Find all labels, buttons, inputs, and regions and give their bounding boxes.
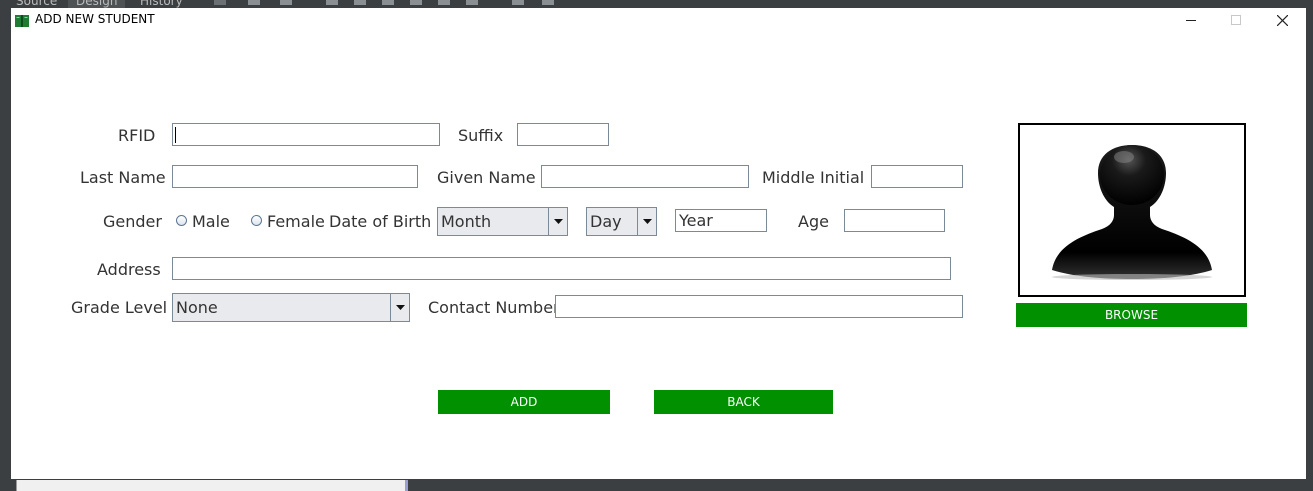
last-name-input[interactable] <box>172 165 418 188</box>
gender-female-radio[interactable] <box>251 215 262 226</box>
dob-year-input[interactable]: Year <box>675 209 767 232</box>
photo-frame <box>1018 123 1246 297</box>
gender-male-label[interactable]: Male <box>192 212 230 231</box>
ide-toolbar-icon[interactable] <box>438 0 450 5</box>
ide-toolbar-icon[interactable] <box>354 0 366 5</box>
minimize-icon[interactable] <box>1168 8 1214 32</box>
last-name-label: Last Name <box>80 168 166 187</box>
ide-toolbar-icon[interactable] <box>542 0 554 5</box>
chevron-down-icon[interactable] <box>390 294 409 321</box>
middle-initial-input[interactable] <box>871 165 963 188</box>
user-silhouette-icon <box>1052 145 1212 280</box>
address-label: Address <box>97 260 161 279</box>
title-bar[interactable]: ADD NEW STUDENT <box>11 8 1306 32</box>
ide-tab-history[interactable]: History <box>140 0 183 8</box>
add-student-window: ADD NEW STUDENT RFID Suffix Last Name Gi… <box>11 8 1306 479</box>
back-button[interactable]: BACK <box>654 390 833 414</box>
ide-bottom-panel <box>16 480 408 491</box>
ide-toolbar-icon[interactable] <box>410 0 422 5</box>
dob-year-value: Year <box>679 211 713 230</box>
book-icon <box>15 12 29 27</box>
suffix-label: Suffix <box>458 126 504 145</box>
dob-day-select[interactable]: Day <box>586 207 657 236</box>
ide-toolbar-icon[interactable] <box>382 0 394 5</box>
ide-tab-source[interactable]: Source <box>16 0 57 8</box>
given-name-input[interactable] <box>541 165 749 188</box>
dob-month-value: Month <box>441 212 492 231</box>
grade-level-select[interactable]: None <box>172 293 410 322</box>
address-input[interactable] <box>172 257 951 280</box>
contact-number-label: Contact Number <box>428 298 560 317</box>
text-caret <box>175 127 176 143</box>
window-title: ADD NEW STUDENT <box>35 12 155 26</box>
ide-toolbar: Source Design History <box>0 0 1313 8</box>
contact-number-input[interactable] <box>555 295 963 318</box>
suffix-input[interactable] <box>517 123 609 146</box>
ide-toolbar-icon[interactable] <box>466 0 478 5</box>
gender-female-label[interactable]: Female <box>267 212 325 231</box>
dob-day-value: Day <box>590 212 622 231</box>
ide-toolbar-icon[interactable] <box>280 0 292 5</box>
chevron-down-icon[interactable] <box>637 208 656 235</box>
rfid-input[interactable] <box>172 123 440 146</box>
ide-toolbar-icon[interactable] <box>512 0 524 5</box>
dob-month-select[interactable]: Month <box>437 207 568 236</box>
chevron-down-icon[interactable] <box>548 208 567 235</box>
age-label: Age <box>798 212 829 231</box>
ide-toolbar-icon[interactable] <box>326 0 338 5</box>
browse-button[interactable]: BROWSE <box>1016 303 1247 327</box>
add-button[interactable]: ADD <box>438 390 610 414</box>
gender-label: Gender <box>103 212 162 231</box>
rfid-label: RFID <box>118 126 156 145</box>
age-input[interactable] <box>844 209 945 232</box>
ide-toolbar-icon[interactable] <box>214 0 226 5</box>
grade-level-label: Grade Level <box>71 298 168 317</box>
given-name-label: Given Name <box>437 168 536 187</box>
grade-level-value: None <box>176 298 218 317</box>
ide-tab-design[interactable]: Design <box>68 0 126 8</box>
ide-toolbar-icon[interactable] <box>248 0 260 5</box>
middle-initial-label: Middle Initial <box>762 168 865 187</box>
dob-label: Date of Birth <box>329 212 432 231</box>
gender-male-radio[interactable] <box>176 215 187 226</box>
maximize-icon[interactable] <box>1213 8 1259 32</box>
close-icon[interactable] <box>1259 8 1305 32</box>
